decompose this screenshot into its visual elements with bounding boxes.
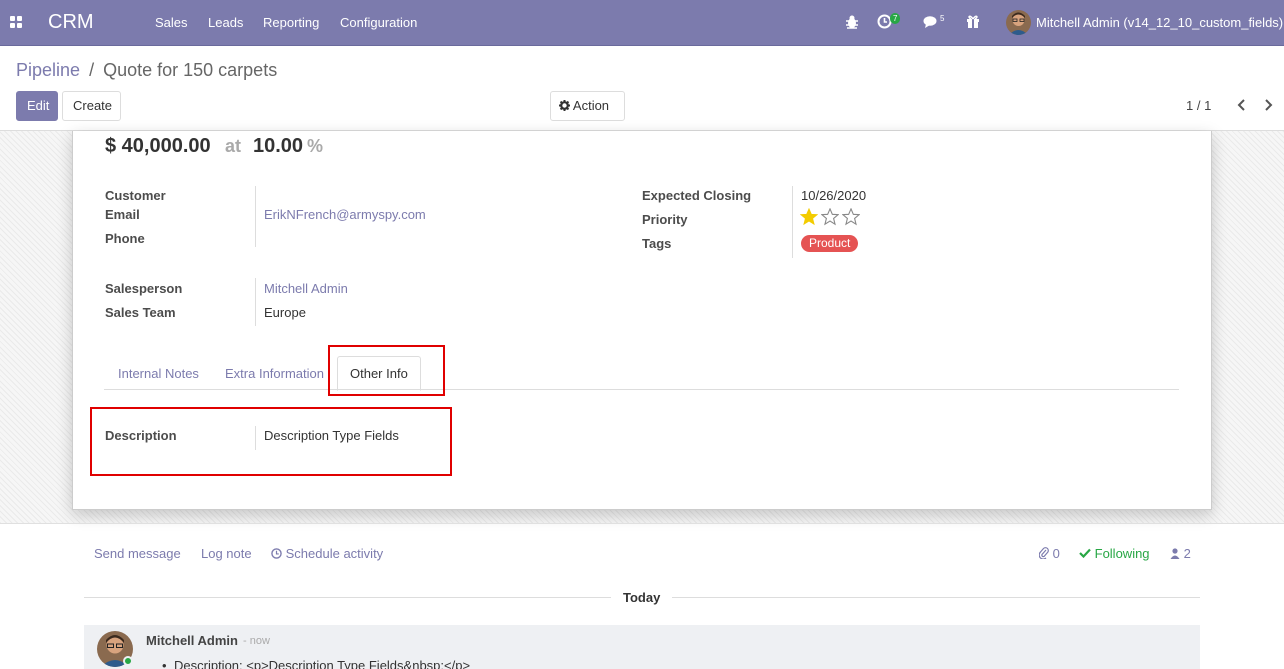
clock-icon [271, 548, 282, 559]
pager-previous-icon[interactable] [1234, 97, 1248, 113]
priority-star-filled-icon[interactable] [800, 208, 818, 226]
email-label: Email [105, 207, 140, 222]
salesperson-label: Salesperson [105, 281, 183, 296]
date-separator-today: Today [623, 590, 661, 605]
apps-menu-icon[interactable] [10, 16, 23, 29]
user-menu[interactable]: Mitchell Admin (v14_12_10_custom_fields) [1036, 15, 1283, 30]
activity-count-badge: 7 [890, 13, 901, 24]
send-message-button[interactable]: Send message [94, 546, 181, 561]
schedule-activity-button[interactable]: Schedule activity [271, 546, 383, 561]
tab-divider [104, 389, 1179, 390]
followers-button[interactable]: 2 [1170, 546, 1191, 561]
message-author[interactable]: Mitchell Admin [146, 633, 238, 648]
user-icon [1170, 548, 1180, 559]
breadcrumb: Pipeline / Quote for 150 carpets [16, 60, 277, 81]
field-divider [255, 186, 256, 247]
field-divider [255, 278, 256, 326]
highlight-box-tab [328, 345, 445, 396]
attachments-count: 0 [1052, 546, 1060, 561]
tag-badge[interactable]: Product [801, 235, 859, 252]
breadcrumb-current: Quote for 150 carpets [103, 60, 278, 80]
tracking-text: Description: <p>Description Type Fields&… [174, 658, 471, 669]
menu-reporting[interactable]: Reporting [263, 15, 319, 30]
check-icon [1079, 548, 1091, 559]
tags-label: Tags [642, 236, 672, 251]
user-avatar[interactable] [1006, 10, 1031, 35]
phone-label: Phone [105, 231, 145, 246]
field-divider [792, 186, 793, 258]
following-label: Following [1094, 546, 1150, 561]
app-title[interactable]: CRM [48, 11, 94, 34]
priority-label: Priority [642, 212, 688, 227]
control-panel: Pipeline / Quote for 150 carpets Edit Cr… [0, 46, 1284, 131]
breadcrumb-separator: / [89, 60, 95, 80]
action-label: Action [572, 98, 610, 113]
create-button[interactable]: Create [62, 91, 121, 121]
message-count-badge: 5 [940, 14, 945, 23]
paperclip-icon [1038, 547, 1049, 560]
pager-value[interactable]: 1 / 1 [1186, 98, 1211, 113]
date-separator-line [672, 597, 1200, 598]
sales-team-value[interactable]: Europe [264, 305, 306, 320]
at-label: at [225, 136, 242, 156]
following-button[interactable]: Following [1079, 546, 1150, 561]
pager-next-icon[interactable] [1262, 97, 1276, 113]
chatter-divider [0, 523, 1284, 524]
chatter-message: Mitchell Admin - now • Description: <p>D… [84, 625, 1200, 669]
bullet: • [162, 658, 167, 669]
customer-label: Customer [105, 188, 166, 203]
percent-sign: % [307, 136, 324, 156]
priority-star-empty-icon[interactable] [821, 208, 839, 226]
probability[interactable]: 10.00 [253, 135, 303, 158]
debug-bug-icon[interactable] [845, 14, 859, 30]
message-time: - now [243, 635, 270, 647]
menu-leads[interactable]: Leads [208, 15, 243, 30]
gear-icon [559, 100, 570, 111]
priority-star-empty-icon[interactable] [842, 208, 860, 226]
tab-internal-notes[interactable]: Internal Notes [118, 366, 199, 381]
highlight-box-description [90, 407, 452, 476]
action-button[interactable]: Action [550, 91, 625, 121]
gift-icon[interactable] [966, 14, 980, 29]
top-navbar: CRM Sales Leads Reporting Configuration … [0, 0, 1284, 46]
expected-revenue[interactable]: $ 40,000.00 [105, 135, 211, 158]
expected-closing-label: Expected Closing [642, 188, 752, 203]
schedule-activity-label: Schedule activity [285, 546, 384, 561]
email-value[interactable]: ErikNFrench@armyspy.com [264, 207, 426, 222]
attachments-button[interactable]: 0 [1038, 546, 1060, 561]
tab-extra-information[interactable]: Extra Information [225, 366, 324, 381]
tracking-value: • Description: <p>Description Type Field… [162, 658, 471, 669]
date-separator-line [84, 597, 611, 598]
menu-configuration[interactable]: Configuration [340, 15, 417, 30]
expected-closing-value[interactable]: 10/26/2020 [801, 188, 866, 203]
breadcrumb-pipeline[interactable]: Pipeline [16, 60, 80, 80]
edit-button[interactable]: Edit [16, 91, 58, 121]
menu-sales[interactable]: Sales [155, 15, 188, 30]
followers-count: 2 [1183, 546, 1191, 561]
log-note-button[interactable]: Log note [201, 546, 252, 561]
salesperson-value[interactable]: Mitchell Admin [264, 281, 348, 296]
sales-team-label: Sales Team [105, 305, 176, 320]
online-status-icon [123, 656, 133, 666]
